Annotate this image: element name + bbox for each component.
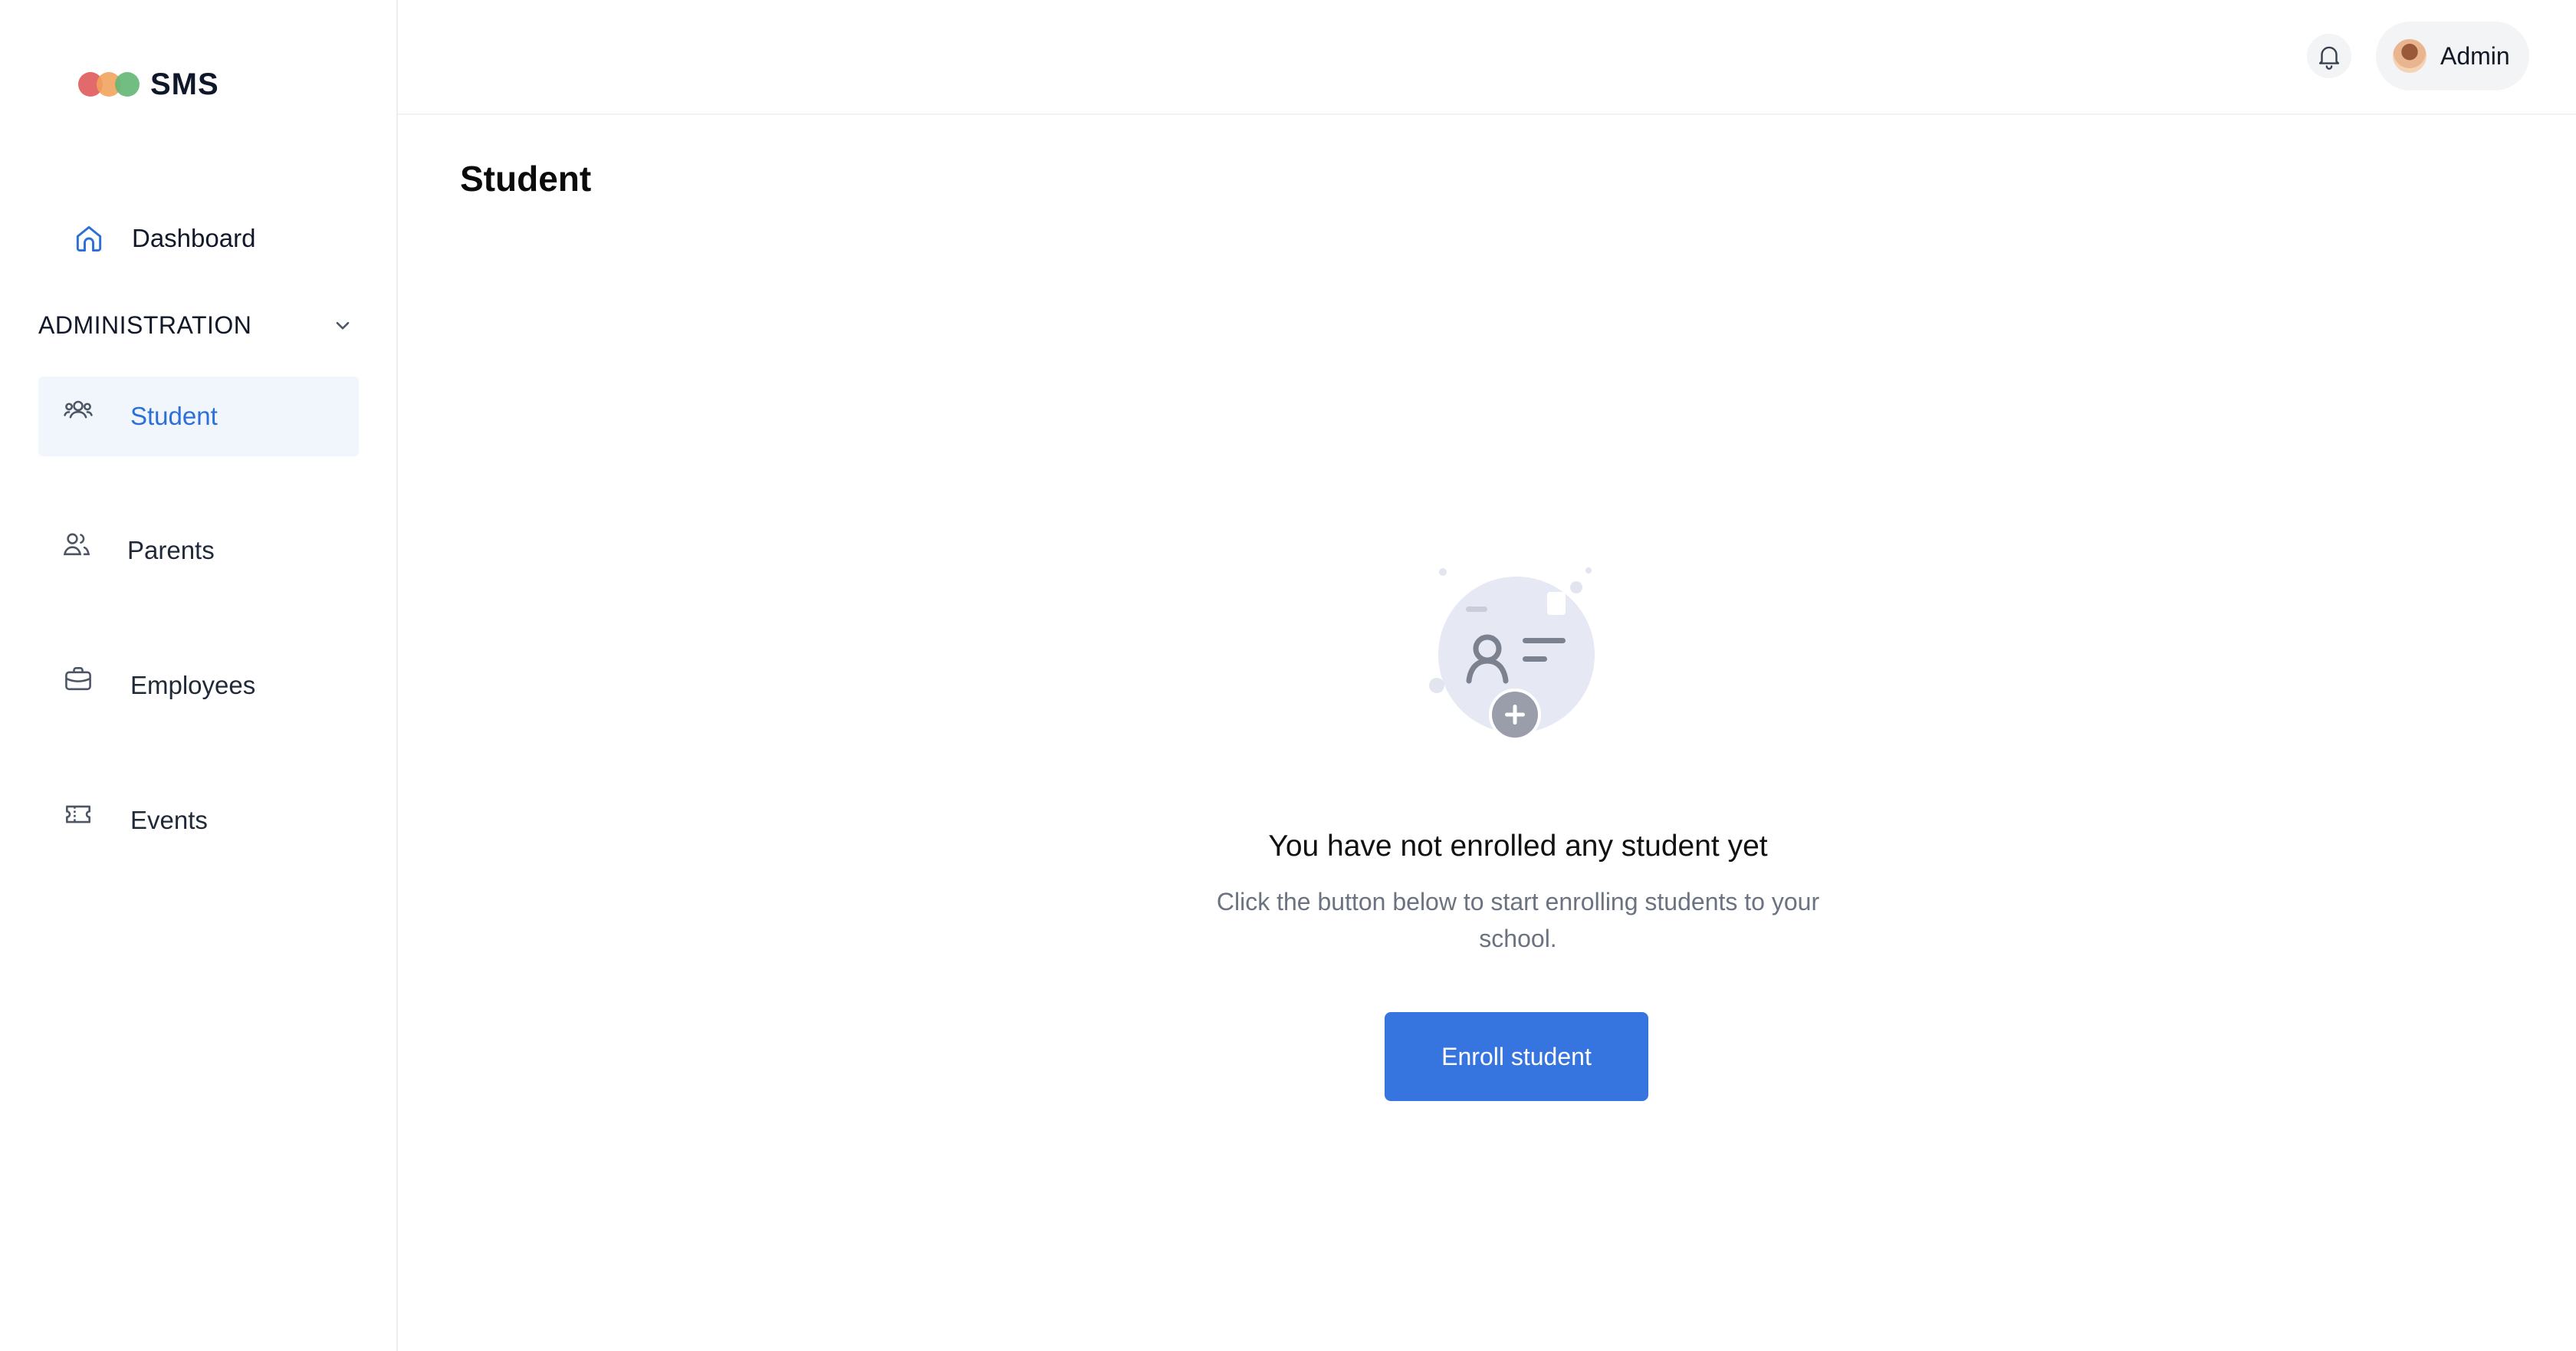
sidebar-item-label: Student <box>130 402 218 430</box>
logo-dot-green <box>115 72 140 97</box>
chevron-down-icon <box>330 312 356 338</box>
topbar: Admin <box>398 0 2576 115</box>
home-icon <box>72 222 106 255</box>
app-root: SMS Dashboard ADMINISTRATION Student Par… <box>0 0 2576 1351</box>
notifications-button[interactable] <box>2307 34 2351 78</box>
bell-icon <box>2315 41 2344 71</box>
section-label: ADMINISTRATION <box>38 311 252 339</box>
logo-text: SMS <box>150 67 219 101</box>
logo[interactable]: SMS <box>77 63 219 106</box>
avatar <box>2393 39 2426 73</box>
sidebar-item-employees[interactable]: Employees <box>38 646 359 725</box>
sidebar-item-label: Parents <box>127 536 215 564</box>
empty-state-illustration <box>1408 564 1607 748</box>
logo-mark <box>77 69 143 100</box>
sidebar-item-student[interactable]: Student <box>38 376 359 456</box>
sidebar-item-label: Employees <box>130 671 256 699</box>
user-name: Admin <box>2440 41 2510 70</box>
section-administration[interactable]: ADMINISTRATION <box>38 304 359 347</box>
empty-state-title: You have not enrolled any student yet <box>1268 830 1768 863</box>
ticket-icon <box>61 797 95 831</box>
empty-state-description: Click the button below to start enrollin… <box>1216 888 1820 952</box>
page-title: Student <box>460 159 592 199</box>
sidebar: SMS Dashboard ADMINISTRATION Student Par… <box>0 0 398 1351</box>
enroll-student-button[interactable]: Enroll student <box>1385 1012 1648 1101</box>
sidebar-item-label: Dashboard <box>132 224 256 252</box>
briefcase-icon <box>61 662 95 696</box>
sidebar-item-label: Events <box>130 806 208 834</box>
users-icon <box>61 393 95 427</box>
sidebar-item-dashboard[interactable]: Dashboard <box>38 199 359 278</box>
sidebar-item-parents[interactable]: Parents <box>38 511 359 590</box>
sidebar-item-events[interactable]: Events <box>38 781 359 860</box>
parents-icon <box>60 528 94 561</box>
user-menu-button[interactable]: Admin <box>2376 21 2529 90</box>
